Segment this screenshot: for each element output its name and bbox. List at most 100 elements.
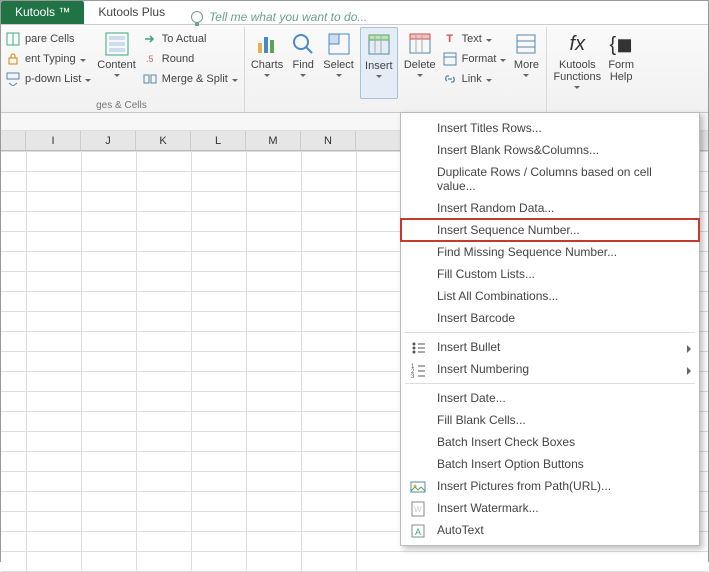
menu-item-label: Batch Insert Option Buttons xyxy=(437,457,584,471)
menu-item[interactable]: 123Insert Numbering xyxy=(401,358,699,380)
pics-icon xyxy=(409,478,427,496)
menu-item[interactable]: Insert Date... xyxy=(401,387,699,409)
select-button[interactable]: Select xyxy=(323,27,354,99)
formula-helper-label: Form Help xyxy=(608,59,634,83)
colhead-M[interactable]: M xyxy=(246,131,301,150)
menu-item[interactable]: Batch Insert Check Boxes xyxy=(401,431,699,453)
menu-item[interactable]: Fill Blank Cells... xyxy=(401,409,699,431)
menu-item-label: List All Combinations... xyxy=(437,289,558,303)
find-icon xyxy=(289,30,317,58)
watermark-icon: W xyxy=(409,500,427,518)
format-label: Format xyxy=(462,53,497,65)
chevron-down-icon xyxy=(264,74,270,77)
menu-item-label: Insert Pictures from Path(URL)... xyxy=(437,479,611,493)
menu-item[interactable]: Insert Blank Rows&Columns... xyxy=(401,139,699,161)
menu-item[interactable]: Find Missing Sequence Number... xyxy=(401,241,699,263)
compare-cells-icon xyxy=(5,31,21,47)
more-label: More xyxy=(514,59,539,71)
menu-item-label: AutoText xyxy=(437,523,484,537)
dropdown-list-label: p-down List xyxy=(25,73,81,85)
to-actual-icon xyxy=(142,31,158,47)
content-button[interactable]: Content xyxy=(97,27,136,99)
chevron-down-icon xyxy=(417,74,423,77)
merge-split-button[interactable]: Merge & Split xyxy=(142,69,238,89)
delete-label: Delete xyxy=(404,59,436,71)
delete-button[interactable]: Delete xyxy=(404,27,436,99)
insert-icon xyxy=(365,31,393,59)
chevron-down-icon xyxy=(486,39,492,42)
colhead-K[interactable]: K xyxy=(136,131,191,150)
lightbulb-icon xyxy=(191,11,203,23)
charts-label: Charts xyxy=(251,59,283,71)
svg-text:W: W xyxy=(414,505,422,514)
menu-item[interactable]: Insert Pictures from Path(URL)... xyxy=(401,475,699,497)
format-button[interactable]: Format xyxy=(442,49,507,69)
chevron-down-icon xyxy=(114,74,120,77)
menu-item[interactable]: Fill Custom Lists... xyxy=(401,263,699,285)
tell-me-box[interactable]: Tell me what you want to do... xyxy=(179,10,367,24)
menu-item[interactable]: Batch Insert Option Buttons xyxy=(401,453,699,475)
menu-item-label: Insert Random Data... xyxy=(437,201,554,215)
menu-item[interactable]: List All Combinations... xyxy=(401,285,699,307)
menu-item-label: Insert Date... xyxy=(437,391,506,405)
link-button[interactable]: Link xyxy=(442,69,507,89)
menu-item[interactable]: Duplicate Rows / Columns based on cell v… xyxy=(401,161,699,197)
text-label: Text xyxy=(462,33,482,45)
round-button[interactable]: .5 Round xyxy=(142,49,238,69)
formula-helper-button[interactable]: {◼ Form Help xyxy=(607,27,635,99)
menu-item[interactable]: A AutoText xyxy=(401,519,699,541)
menu-item-label: Fill Custom Lists... xyxy=(437,267,535,281)
compare-cells-button[interactable]: pare Cells xyxy=(5,29,91,49)
menu-item[interactable]: Insert Barcode xyxy=(401,307,699,329)
chevron-down-icon xyxy=(336,74,342,77)
select-icon xyxy=(325,30,353,58)
menu-item[interactable]: Insert Random Data... xyxy=(401,197,699,219)
autotext-icon: A xyxy=(409,522,427,540)
menu-item[interactable]: W Insert Watermark... xyxy=(401,497,699,519)
ranges-left-stack: pare Cells ent Typing p-down List xyxy=(5,27,91,89)
to-actual-button[interactable]: To Actual xyxy=(142,29,238,49)
more-button[interactable]: More xyxy=(512,27,540,99)
menu-item-label: Insert Watermark... xyxy=(437,501,539,515)
dropdown-list-button[interactable]: p-down List xyxy=(5,69,91,89)
menu-item-label: Insert Barcode xyxy=(437,311,515,325)
colhead-L[interactable]: L xyxy=(191,131,246,150)
formula-helper-icon: {◼ xyxy=(607,30,635,58)
kutools-functions-label: Kutools Functions xyxy=(553,59,601,83)
menu-item[interactable]: Insert Sequence Number... xyxy=(401,219,699,241)
tab-kutools[interactable]: Kutools ™ xyxy=(1,1,84,24)
to-actual-label: To Actual xyxy=(162,33,207,45)
menu-item[interactable]: Insert Bullet xyxy=(401,336,699,358)
format-icon xyxy=(442,51,458,67)
chevron-down-icon xyxy=(523,74,529,77)
bullet-icon xyxy=(409,339,427,357)
chevron-down-icon xyxy=(85,79,91,82)
menu-item[interactable]: Insert Titles Rows... xyxy=(401,117,699,139)
insert-button[interactable]: Insert xyxy=(360,27,398,99)
ribbon-tabbar: Kutools ™ Kutools Plus Tell me what you … xyxy=(1,1,708,25)
charts-icon xyxy=(253,30,281,58)
prevent-typing-button[interactable]: ent Typing xyxy=(5,49,91,69)
menu-item-label: Duplicate Rows / Columns based on cell v… xyxy=(437,165,689,193)
chevron-right-icon xyxy=(687,367,691,375)
text-button[interactable]: T Text xyxy=(442,29,507,49)
text-format-link-stack: T Text Format Link xyxy=(442,27,507,89)
round-icon: .5 xyxy=(142,51,158,67)
colhead-I[interactable]: I xyxy=(26,131,81,150)
chevron-down-icon xyxy=(232,79,238,82)
fx-icon: fx xyxy=(563,30,591,58)
colhead-J[interactable]: J xyxy=(81,131,136,150)
delete-icon xyxy=(406,30,434,58)
menu-item-label: Insert Bullet xyxy=(437,340,500,354)
compare-cells-label: pare Cells xyxy=(25,33,75,45)
content-label: Content xyxy=(97,59,136,71)
more-icon xyxy=(512,30,540,58)
charts-button[interactable]: Charts xyxy=(251,27,283,99)
colhead-N[interactable]: N xyxy=(301,131,356,150)
tab-kutools-plus[interactable]: Kutools Plus xyxy=(84,1,179,24)
tell-me-text: Tell me what you want to do... xyxy=(209,10,367,24)
content-icon xyxy=(103,30,131,58)
kutools-functions-button[interactable]: fx Kutools Functions xyxy=(553,27,601,99)
find-button[interactable]: Find xyxy=(289,27,317,99)
menu-item-label: Insert Blank Rows&Columns... xyxy=(437,143,599,157)
